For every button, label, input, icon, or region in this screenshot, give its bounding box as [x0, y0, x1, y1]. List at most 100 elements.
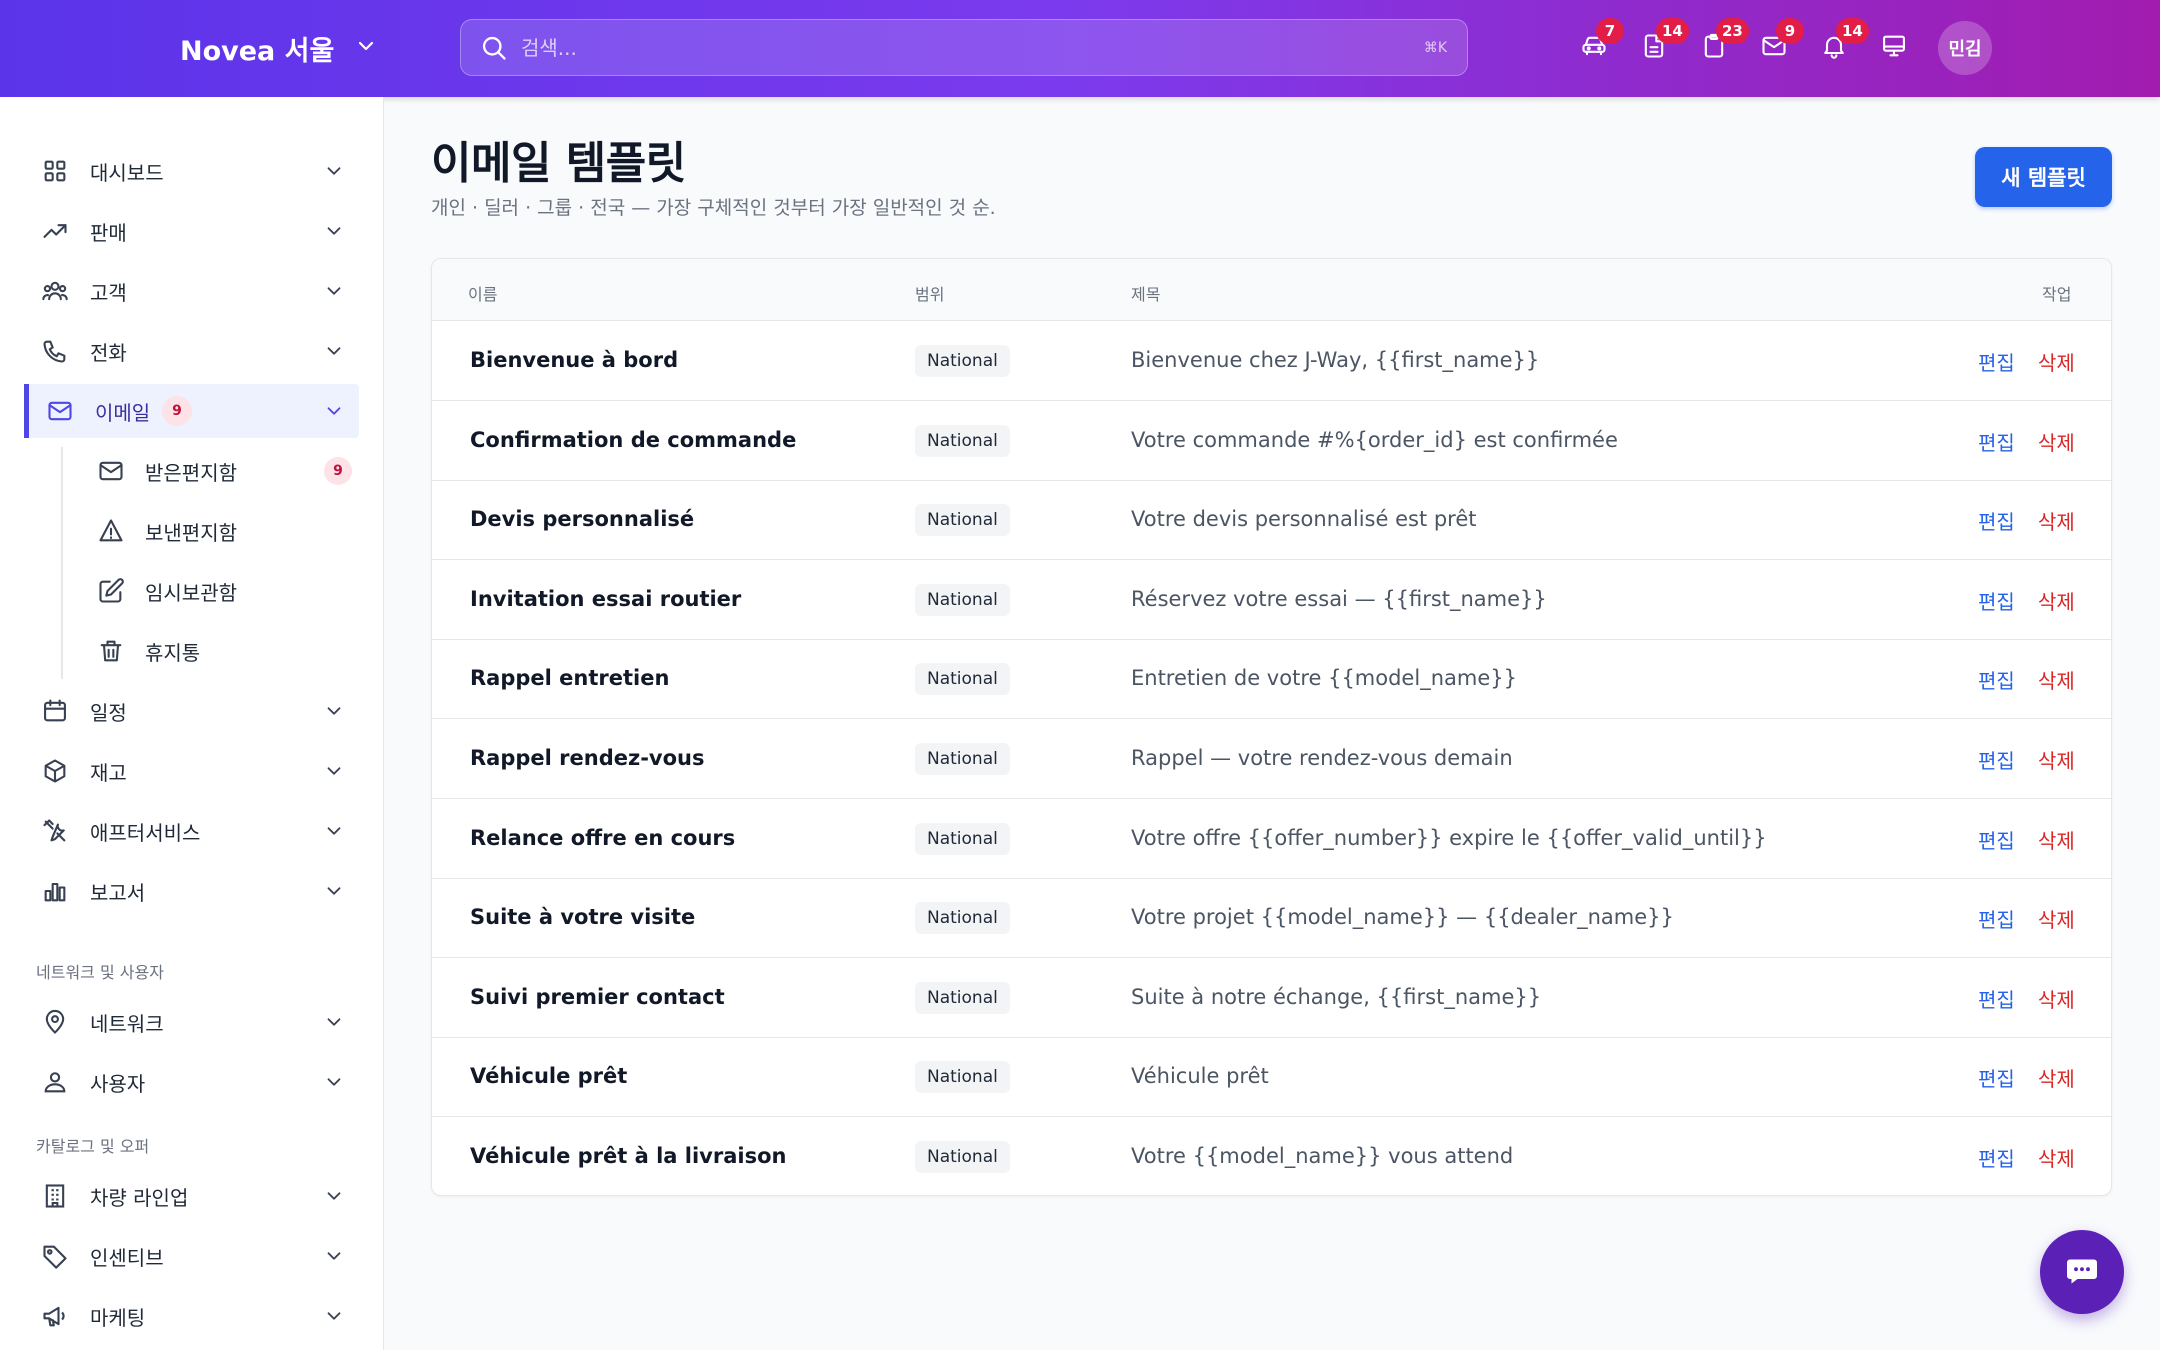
- scope-badge: National: [915, 424, 1010, 457]
- sidebar-item-dashboard[interactable]: 대시보드: [24, 144, 359, 198]
- column-header-scope[interactable]: 범위: [915, 281, 944, 305]
- template-name: Véhicule prêt à la livraison: [470, 1144, 787, 1168]
- table-row[interactable]: Suivi premier contact National Suite à not…: [432, 958, 2111, 1038]
- chevron-down-icon: [327, 1018, 341, 1026]
- chevron-down-icon: [327, 407, 341, 415]
- delete-link[interactable]: 삭제: [2038, 506, 2075, 535]
- edit-link[interactable]: 편집: [1978, 1063, 2015, 1092]
- user-icon: [40, 1067, 70, 1097]
- bar-chart-icon: [40, 876, 70, 906]
- sidebar-item-email[interactable]: 이메일 9: [24, 384, 359, 438]
- template-name: Bienvenue à bord: [470, 348, 679, 372]
- table-row[interactable]: Relance offre en cours National Votre offr…: [432, 799, 2111, 879]
- edit-link[interactable]: 편집: [1978, 1143, 2015, 1172]
- scope-badge: National: [915, 822, 1010, 855]
- tag-icon: [40, 1241, 70, 1271]
- search-icon: [479, 33, 509, 63]
- delete-link[interactable]: 삭제: [2038, 665, 2075, 694]
- table-row[interactable]: Rappel rendez-vous National Rappel — votre…: [432, 719, 2111, 799]
- sidebar-item-customers[interactable]: 고객: [24, 264, 359, 318]
- chat-button[interactable]: [2040, 1230, 2124, 1314]
- unread-count-badge: 9: [324, 457, 352, 485]
- edit-link[interactable]: 편집: [1978, 506, 2015, 535]
- brand-switcher[interactable]: Novea 서울: [180, 28, 378, 68]
- scope-badge: National: [915, 504, 1010, 537]
- chevron-down-icon: [327, 1192, 341, 1200]
- column-header-subject[interactable]: 제목: [1131, 281, 1160, 305]
- phone-icon: [40, 336, 70, 366]
- delete-link[interactable]: 삭제: [2038, 984, 2075, 1013]
- sidebar-subitem-drafts[interactable]: 임시보관함: [84, 564, 352, 618]
- delete-link[interactable]: 삭제: [2038, 427, 2075, 456]
- scope-badge: National: [915, 743, 1010, 775]
- sidebar-item-vehicle-lineup[interactable]: 차량 라인업: [24, 1169, 359, 1223]
- table-row[interactable]: Bienvenue à bord National Bienvenue chez J…: [432, 321, 2111, 401]
- sidebar-item-label: 대시보드: [90, 160, 164, 185]
- sidebar-item-label: 사용자: [90, 1071, 146, 1096]
- sidebar-item-users[interactable]: 사용자: [24, 1055, 359, 1109]
- car-button[interactable]: 7: [1564, 18, 1624, 78]
- documents-button[interactable]: 14: [1624, 18, 1689, 78]
- edit-link[interactable]: 편집: [1978, 904, 2015, 933]
- delete-link[interactable]: 삭제: [2038, 904, 2075, 933]
- sidebar-subitem-trash[interactable]: 휴지통: [84, 624, 352, 678]
- table-row[interactable]: Véhicule prêt à la livraison National Votr…: [432, 1117, 2111, 1195]
- template-subject: Suite à notre échange, {{first_name}}: [1131, 984, 1542, 1009]
- edit-link[interactable]: 편집: [1978, 665, 2015, 694]
- chevron-down-icon: [327, 1312, 341, 1320]
- avatar[interactable]: 민김: [1938, 21, 1992, 75]
- sidebar-item-network[interactable]: 네트워크: [24, 995, 359, 1049]
- tasks-button[interactable]: 23: [1684, 18, 1749, 78]
- table-row[interactable]: Véhicule prêt National Véhicule prêt 편집 삭제: [432, 1037, 2111, 1118]
- edit-link[interactable]: 편집: [1978, 586, 2015, 615]
- table-row[interactable]: Rappel entretien National Entretien de vot…: [432, 639, 2111, 720]
- notifications-button[interactable]: 14: [1804, 18, 1869, 78]
- sidebar-subitem-inbox[interactable]: 받은편지함 9: [84, 444, 352, 498]
- megaphone-icon: [40, 1301, 70, 1331]
- edit-link[interactable]: 편집: [1978, 984, 2015, 1013]
- search-input[interactable]: [521, 35, 1424, 60]
- sidebar-item-label: 일정: [90, 700, 127, 725]
- table-row[interactable]: Invitation essai routier National Réservez…: [432, 560, 2111, 640]
- chevron-down-icon: [327, 707, 341, 715]
- sidebar-item-label: 전화: [90, 340, 127, 365]
- template-subject: Votre devis personnalisé est prêt: [1131, 507, 1477, 532]
- grid-icon: [40, 156, 70, 186]
- template-name: Devis personnalisé: [470, 507, 695, 532]
- template-subject: Bienvenue chez J-Way, {{first_name}}: [1131, 348, 1540, 372]
- delete-link[interactable]: 삭제: [2038, 745, 2075, 774]
- sidebar-item-label: 재고: [90, 760, 127, 785]
- sidebar-subitem-sent[interactable]: 보낸편지함: [84, 504, 352, 558]
- sidebar-item-inventory[interactable]: 재고: [24, 744, 359, 798]
- sidebar-item-phone[interactable]: 전화: [24, 324, 359, 378]
- header-icon-group: 7 14 23 9 14: [1564, 18, 1924, 78]
- template-name: Suivi premier contact: [470, 984, 725, 1009]
- edit-link[interactable]: 편집: [1978, 745, 2015, 774]
- sidebar-item-incentives[interactable]: 인센티브: [24, 1229, 359, 1283]
- sidebar-item-reports[interactable]: 보고서: [24, 864, 359, 918]
- table-row[interactable]: Devis personnalisé National Votre devis pe…: [432, 480, 2111, 561]
- sidebar-item-marketing[interactable]: 마케팅: [24, 1289, 359, 1343]
- mail-button[interactable]: 9: [1744, 18, 1804, 78]
- sidebar-item-sales[interactable]: 판매: [24, 204, 359, 258]
- table-row[interactable]: Confirmation de commande National Votre co…: [432, 401, 2111, 481]
- delete-link[interactable]: 삭제: [2038, 1063, 2075, 1092]
- sidebar-item-schedule[interactable]: 일정: [24, 684, 359, 738]
- edit-icon: [96, 576, 126, 606]
- table-row[interactable]: Suite à votre visite National Votre projet…: [432, 878, 2111, 959]
- display-button[interactable]: [1864, 18, 1924, 78]
- sidebar-item-label: 고객: [90, 280, 127, 305]
- edit-link[interactable]: 편집: [1978, 427, 2015, 456]
- search-bar[interactable]: ⌘K: [460, 19, 1468, 76]
- column-header-name[interactable]: 이름: [468, 281, 497, 305]
- new-template-button[interactable]: 새 템플릿: [1975, 147, 2112, 207]
- scope-badge: National: [915, 902, 1010, 935]
- edit-link[interactable]: 편집: [1978, 825, 2015, 854]
- delete-link[interactable]: 삭제: [2038, 825, 2075, 854]
- sidebar-item-after-service[interactable]: 애프터서비스: [24, 804, 359, 858]
- delete-link[interactable]: 삭제: [2038, 347, 2075, 376]
- delete-link[interactable]: 삭제: [2038, 1143, 2075, 1172]
- delete-link[interactable]: 삭제: [2038, 586, 2075, 615]
- edit-link[interactable]: 편집: [1978, 347, 2015, 376]
- chevron-down-icon: [327, 1078, 341, 1086]
